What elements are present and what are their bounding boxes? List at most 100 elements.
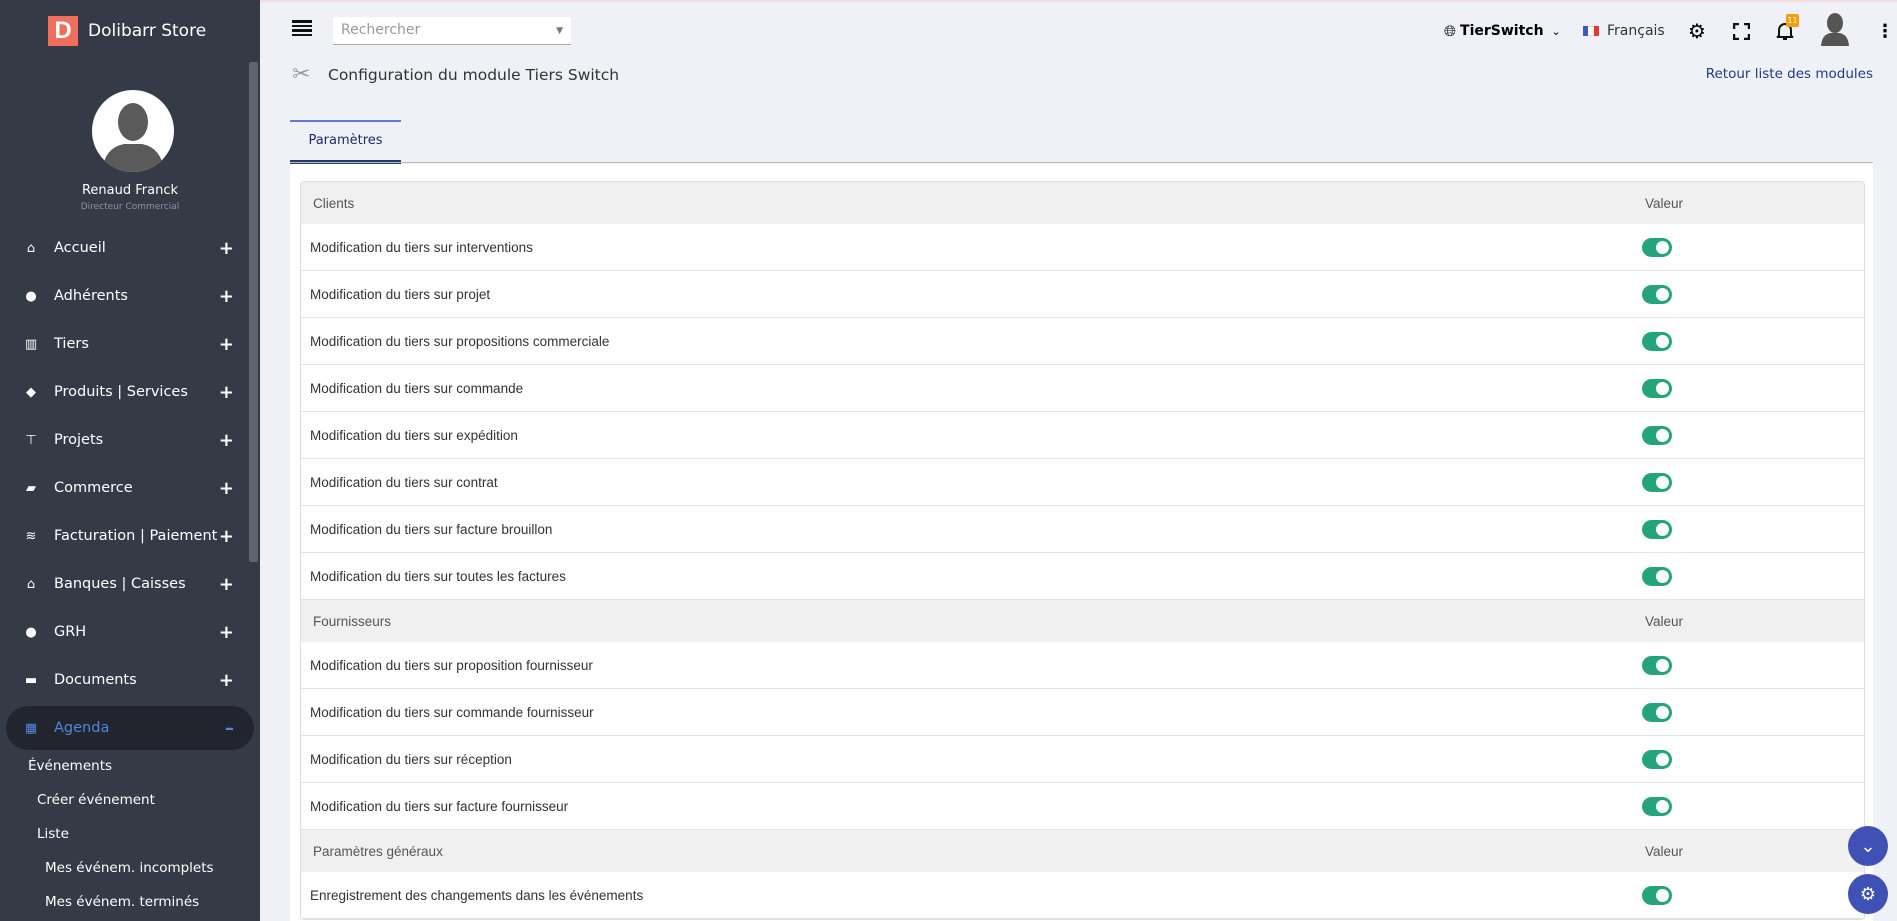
logo-icon: D [48,16,78,46]
sidebar-item-label: Facturation | Paiement [54,528,218,544]
expand-icon[interactable]: + [219,670,234,691]
top-border [0,0,1897,2]
sidebar-item-facturation-paiement[interactable]: ≋ Facturation | Paiement + [6,514,254,558]
back-to-modules-link[interactable]: Retour liste des modules [1706,66,1873,82]
bank-icon: ⌂ [26,576,36,592]
toggle-switch[interactable] [1642,472,1672,492]
language-selector[interactable]: Français [1583,16,1665,46]
sidebar-item-label: Adhérents [54,288,128,304]
sidebar-item-banques-caisses[interactable]: ⌂ Banques | Caisses + [6,562,254,606]
submenu-item[interactable]: Mes événem. incomplets [45,860,214,876]
submenu-item[interactable]: Liste [37,826,69,842]
toggle-switch[interactable] [1642,566,1672,586]
table-row: Modification du tiers sur interventions [301,224,1864,271]
briefcase-icon: ▰ [26,480,36,496]
table-row: Modification du tiers sur toutes les fac… [301,553,1864,600]
settings-fab-button[interactable]: ⚙ [1848,874,1888,914]
sidebar: D Dolibarr Store Renaud Franck Directeur… [0,0,260,921]
dropdown-caret-icon: ▼ [556,26,563,36]
setting-label: Modification du tiers sur réception [310,751,512,767]
expand-icon[interactable]: + [219,622,234,643]
submenu-item[interactable]: Créer événement [37,792,155,808]
sidebar-item-grh[interactable]: ● GRH + [6,610,254,654]
setting-label: Modification du tiers sur projet [310,286,491,302]
submenu-item[interactable]: Événements [28,758,112,774]
entity-name: TierSwitch [1460,23,1544,39]
expand-icon[interactable]: + [219,286,234,307]
section-header: Fournisseurs Valeur [301,600,1864,642]
menu-toggle-icon[interactable] [292,20,312,36]
setting-label: Modification du tiers sur propositions c… [310,333,610,349]
user-avatar[interactable] [92,90,174,172]
settings-icon[interactable]: ⚙ [1688,16,1706,46]
expand-icon[interactable]: + [219,382,234,403]
user-icon: ● [25,288,37,304]
expand-icon[interactable]: + [219,478,234,499]
sidebar-item-label: Documents [54,672,137,688]
sidebar-item-projets[interactable]: ⊤ Projets + [6,418,254,462]
brand-logo[interactable]: D Dolibarr Store [48,16,206,46]
setting-label: Modification du tiers sur interventions [310,239,533,255]
expand-icon[interactable]: + [219,574,234,595]
toggle-switch[interactable] [1642,702,1672,722]
flag-fr-icon [1583,26,1599,36]
settings-table: Clients Valeur Modification du tiers sur… [300,181,1865,920]
sidebar-item-produits-services[interactable]: ◆ Produits | Services + [6,370,254,414]
user-menu-avatar[interactable] [1820,13,1850,46]
expand-icon[interactable]: + [219,238,234,259]
table-row: Modification du tiers sur expédition [301,412,1864,459]
sidebar-item-agenda[interactable]: ▦ Agenda – [6,706,254,750]
sidebar-item-tiers[interactable]: ▥ Tiers + [6,322,254,366]
expand-icon[interactable]: + [219,334,234,355]
tab-parametres[interactable]: Paramètres [290,120,401,164]
sidebar-item-commerce[interactable]: ▰ Commerce + [6,466,254,510]
setting-label: Modification du tiers sur expédition [310,427,518,443]
table-row: Modification du tiers sur réception [301,736,1864,783]
scroll-down-button[interactable]: ⌄ [1848,826,1888,866]
toggle-switch[interactable] [1642,885,1672,905]
sitemap-icon: ⊤ [25,432,37,448]
toggle-switch[interactable] [1642,425,1672,445]
fullscreen-icon[interactable] [1733,16,1750,46]
collapse-icon[interactable]: – [225,718,234,739]
setting-label: Modification du tiers sur proposition fo… [310,657,593,673]
table-row: Modification du tiers sur proposition fo… [301,642,1864,689]
more-vertical-icon[interactable]: ⋮ [1876,16,1894,46]
expand-icon[interactable]: + [219,430,234,451]
user-tie-icon: ● [25,624,37,640]
expand-icon[interactable]: + [219,526,234,547]
toggle-switch[interactable] [1642,284,1672,304]
value-column-header: Valeur [1645,195,1684,211]
page-title: Configuration du module Tiers Switch [328,66,620,84]
sidebar-item-label: Accueil [54,240,106,256]
toggle-switch[interactable] [1642,378,1672,398]
sidebar-item-label: Banques | Caisses [54,576,186,592]
user-role: Directeur Commercial [80,202,180,212]
submenu-item[interactable]: Mes événem. terminés [45,894,199,910]
box-icon: ◆ [26,384,36,400]
toggle-switch[interactable] [1642,237,1672,257]
sidebar-item-label: Produits | Services [54,384,188,400]
table-row: Enregistrement des changements dans les … [301,872,1864,919]
search-input[interactable]: Rechercher ▼ [333,17,571,45]
setting-label: Modification du tiers sur facture fourni… [310,798,569,814]
sidebar-item-documents[interactable]: ▬ Documents + [6,658,254,702]
table-row: Modification du tiers sur projet [301,271,1864,318]
sidebar-item-adhérents[interactable]: ● Adhérents + [6,274,254,318]
toggle-switch[interactable] [1642,749,1672,769]
table-row: Modification du tiers sur facture fourni… [301,783,1864,830]
chevron-down-icon: ⌄ [1860,835,1876,857]
notification-count-badge: 11 [1786,14,1799,27]
toggle-switch[interactable] [1642,331,1672,351]
toggle-switch[interactable] [1642,655,1672,675]
section-title: Clients [313,195,355,211]
table-row: Modification du tiers sur commande fourn… [301,689,1864,736]
sidebar-item-accueil[interactable]: ⌂ Accueil + [6,226,254,270]
folder-icon: ▬ [24,672,38,688]
table-row: Modification du tiers sur commande [301,365,1864,412]
entity-selector[interactable]: 🌐︎ TierSwitch ⌄ [1444,16,1561,46]
value-column-header: Valeur [1645,843,1684,859]
toggle-switch[interactable] [1642,796,1672,816]
sidebar-item-label: Tiers [54,336,89,352]
toggle-switch[interactable] [1642,519,1672,539]
